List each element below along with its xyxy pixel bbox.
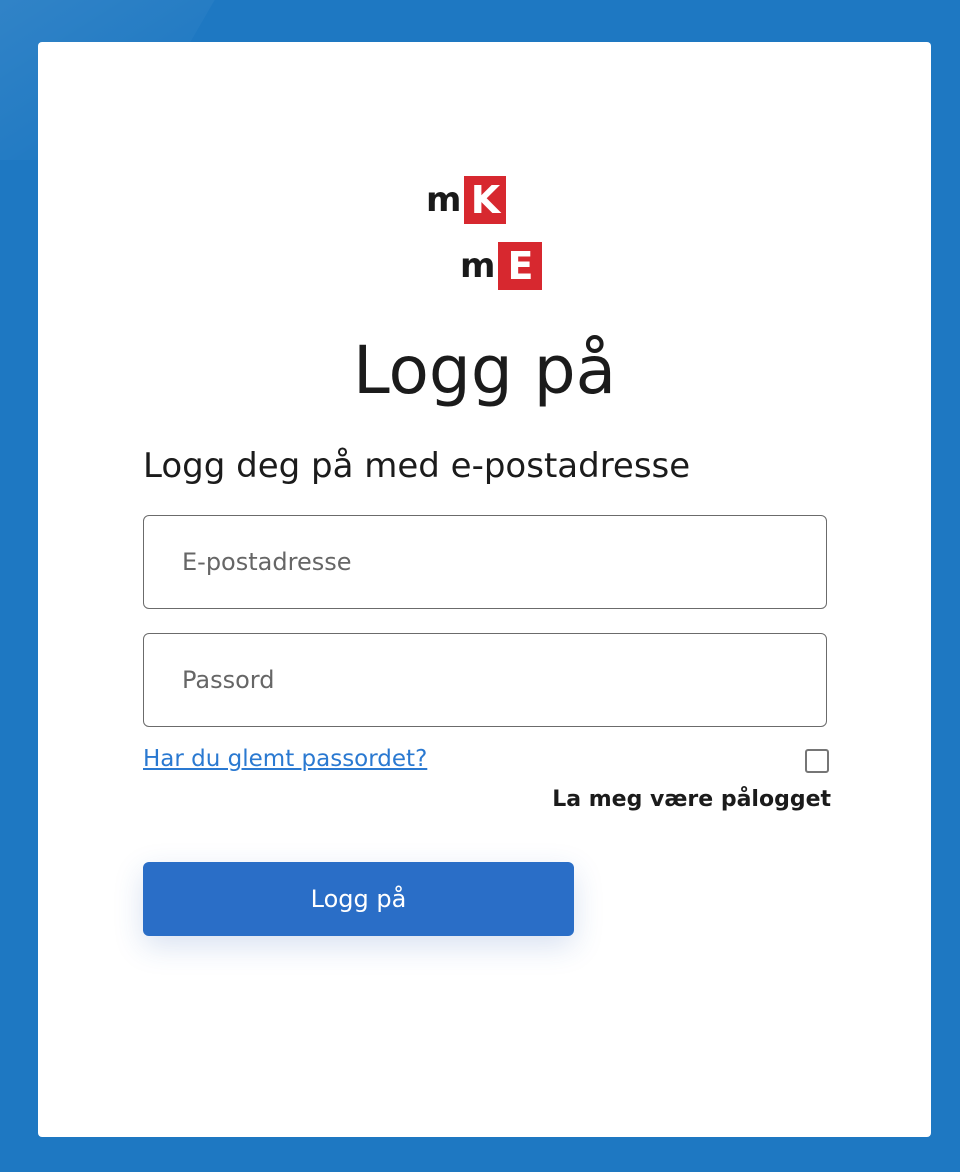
remember-me-checkbox[interactable] bbox=[805, 749, 829, 773]
login-card: m K m E Logg på Logg deg på med e-postad… bbox=[38, 42, 931, 1137]
logo-mk: m K bbox=[426, 176, 507, 224]
page-title: Logg på bbox=[352, 332, 617, 409]
logo-mk-box: K bbox=[464, 176, 507, 224]
email-input[interactable] bbox=[144, 516, 826, 608]
remember-me-label: La meg være pålogget bbox=[552, 787, 831, 812]
logo-mk-lower: m bbox=[426, 180, 461, 220]
email-field-container bbox=[143, 515, 827, 609]
forgot-password-link[interactable]: Har du glemt passordet? bbox=[143, 746, 427, 772]
company-logo: m K m E bbox=[426, 176, 546, 296]
logo-me-lower: m bbox=[460, 246, 495, 286]
page-subtitle: Logg deg på med e-postadresse bbox=[143, 446, 691, 486]
logo-me-box: E bbox=[498, 242, 543, 290]
password-field-container bbox=[143, 633, 827, 727]
logo-me: m E bbox=[460, 242, 543, 290]
password-input[interactable] bbox=[144, 634, 826, 726]
sign-in-button[interactable]: Logg på bbox=[143, 862, 574, 936]
